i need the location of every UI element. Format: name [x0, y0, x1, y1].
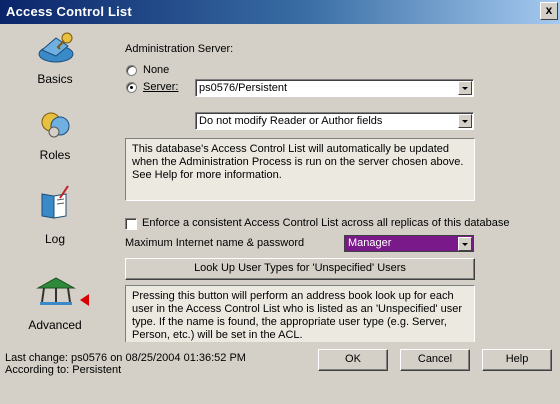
dialog-footer: Last change: ps0576 on 08/25/2004 01:36:… — [0, 342, 560, 404]
sidebar-item-log[interactable]: Log — [0, 182, 110, 254]
sidebar-item-advanced[interactable]: Advanced — [0, 268, 110, 340]
according-to-text: According to: Persistent — [5, 364, 122, 376]
close-button[interactable]: x — [540, 2, 558, 20]
radio-server-label: Server: — [143, 81, 179, 93]
chevron-down-icon[interactable] — [458, 114, 472, 128]
sidebar-item-label: Log — [44, 232, 66, 246]
server-select[interactable]: ps0576/Persistent — [195, 79, 474, 97]
key-icon — [38, 32, 74, 63]
max-internet-select[interactable]: Manager — [344, 235, 474, 252]
last-change-text: Last change: ps0576 on 08/25/2004 01:36:… — [5, 352, 246, 364]
server-select-value: ps0576/Persistent — [199, 82, 288, 94]
radio-server[interactable] — [126, 82, 137, 93]
cancel-button[interactable]: Cancel — [400, 349, 470, 371]
enforce-label: Enforce a consistent Access Control List… — [142, 217, 510, 229]
selected-indicator-arrow — [80, 294, 89, 306]
lookup-user-types-button[interactable]: Look Up User Types for 'Unspecified' Use… — [125, 258, 475, 280]
modify-fields-value: Do not modify Reader or Author fields — [199, 115, 383, 127]
enforce-checkbox[interactable] — [125, 218, 137, 230]
sidebar: Basics Roles Log Advanced — [0, 24, 110, 342]
sidebar-item-label: Advanced — [28, 318, 82, 332]
chevron-down-icon[interactable] — [458, 81, 472, 95]
sidebar-item-label: Basics — [37, 72, 73, 86]
lookup-info-text: Pressing this button will perform an add… — [132, 290, 463, 341]
radio-none-label: None — [143, 64, 170, 76]
chevron-down-icon[interactable] — [458, 237, 472, 251]
advanced-panel: Administration Server: None Server: ps05… — [110, 24, 560, 343]
admin-server-label: Administration Server: — [125, 43, 234, 55]
sidebar-item-basics[interactable]: Basics — [0, 28, 110, 100]
sidebar-item-label: Roles — [39, 148, 71, 162]
modify-fields-select[interactable]: Do not modify Reader or Author fields — [195, 112, 474, 130]
lookup-info-box: Pressing this button will perform an add… — [125, 285, 475, 343]
log-book-icon — [41, 185, 69, 219]
max-internet-value: Manager — [348, 237, 392, 249]
sidebar-item-roles[interactable]: Roles — [0, 104, 110, 176]
title-bar: Access Control List x — [0, 0, 560, 24]
ok-button[interactable]: OK — [318, 349, 388, 371]
window-title: Access Control List — [6, 4, 132, 19]
radio-none[interactable] — [126, 65, 137, 76]
admin-info-box: This database's Access Control List will… — [125, 138, 475, 201]
admin-info-text: This database's Access Control List will… — [132, 143, 464, 181]
help-button[interactable]: Help — [482, 349, 552, 371]
max-internet-label: Maximum Internet name & password — [125, 237, 305, 249]
advanced-icon — [36, 277, 76, 305]
roles-icon — [41, 112, 70, 138]
